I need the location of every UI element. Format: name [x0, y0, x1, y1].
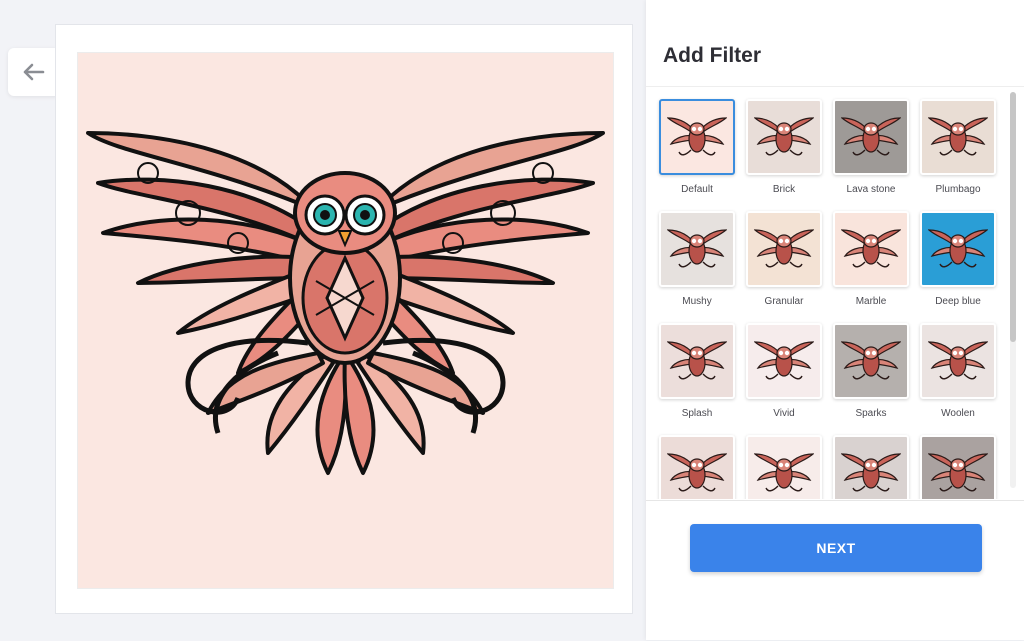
- owl-thumbnail-icon: [754, 341, 814, 380]
- owl-thumbnail-icon: [841, 341, 901, 380]
- owl-thumbnail-icon: [754, 453, 814, 492]
- owl-thumbnail-icon: [667, 117, 727, 156]
- filter-label: Deep blue: [935, 296, 981, 307]
- filter-thumbnail: [659, 323, 735, 399]
- owl-thumbnail-icon: [928, 453, 988, 492]
- filter-item-12[interactable]: [657, 435, 737, 499]
- filter-label: Marble: [855, 296, 887, 307]
- owl-thumbnail-icon: [841, 229, 901, 268]
- owl-thumbnail-icon: [841, 453, 901, 492]
- filter-thumbnail: [920, 435, 996, 499]
- filter-label: Splash: [681, 408, 713, 419]
- owl-thumbnail-icon: [754, 117, 814, 156]
- filter-thumbnail: [833, 323, 909, 399]
- owl-mandala-icon: [86, 131, 605, 475]
- back-button[interactable]: [8, 48, 58, 96]
- filter-panel: Add Filter Default Brick Lava stone Plum…: [646, 0, 1024, 640]
- filter-list[interactable]: Default Brick Lava stone Plumbago Mushy …: [646, 86, 1024, 499]
- filter-item-8[interactable]: Splash: [657, 323, 737, 427]
- filter-label: Plumbago: [935, 184, 981, 195]
- filter-label: Default: [681, 184, 713, 195]
- filter-item-13[interactable]: [744, 435, 824, 499]
- filter-thumbnail: [746, 323, 822, 399]
- filter-item-11[interactable]: Woolen: [918, 323, 998, 427]
- filter-item-2[interactable]: Lava stone: [831, 99, 911, 203]
- filter-thumbnail: [833, 435, 909, 499]
- filter-item-6[interactable]: Marble: [831, 211, 911, 315]
- owl-thumbnail-icon: [754, 229, 814, 268]
- filter-label: Vivid: [773, 408, 795, 419]
- filter-item-7[interactable]: Deep blue: [918, 211, 998, 315]
- filter-thumbnail: [920, 211, 996, 287]
- owl-thumbnail-icon: [667, 453, 727, 492]
- filter-label: Woolen: [941, 408, 975, 419]
- arrow-left-icon: [23, 63, 45, 81]
- filter-item-4[interactable]: Mushy: [657, 211, 737, 315]
- owl-thumbnail-icon: [667, 229, 727, 268]
- filter-item-14[interactable]: [831, 435, 911, 499]
- filter-thumbnail: [746, 211, 822, 287]
- owl-thumbnail-icon: [928, 117, 988, 156]
- filter-grid: Default Brick Lava stone Plumbago Mushy …: [657, 99, 1003, 499]
- panel-title: Add Filter: [663, 44, 761, 67]
- filter-thumbnail: [920, 323, 996, 399]
- owl-thumbnail-icon: [928, 341, 988, 380]
- filter-item-0[interactable]: Default: [657, 99, 737, 203]
- owl-thumbnail-icon: [667, 341, 727, 380]
- filter-item-3[interactable]: Plumbago: [918, 99, 998, 203]
- scrollbar-thumb[interactable]: [1010, 92, 1016, 342]
- next-button[interactable]: NEXT: [690, 524, 982, 572]
- filter-item-5[interactable]: Granular: [744, 211, 824, 315]
- filter-label: Mushy: [682, 296, 712, 307]
- filter-thumbnail: [746, 99, 822, 175]
- filter-item-9[interactable]: Vivid: [744, 323, 824, 427]
- owl-thumbnail-icon: [841, 117, 901, 156]
- filter-label: Lava stone: [846, 184, 896, 195]
- filter-label: Granular: [764, 296, 804, 307]
- filter-thumbnail: [659, 435, 735, 499]
- artwork-canvas[interactable]: [77, 52, 614, 589]
- filter-thumbnail: [746, 435, 822, 499]
- filter-item-10[interactable]: Sparks: [831, 323, 911, 427]
- filter-label: Brick: [772, 184, 796, 195]
- filter-thumbnail: [833, 211, 909, 287]
- filter-thumbnail: [659, 99, 735, 175]
- canvas-card: [55, 24, 633, 614]
- filter-item-1[interactable]: Brick: [744, 99, 824, 203]
- filter-item-15[interactable]: [918, 435, 998, 499]
- filter-thumbnail: [833, 99, 909, 175]
- filter-label: Sparks: [855, 408, 887, 419]
- filter-thumbnail: [659, 211, 735, 287]
- owl-thumbnail-icon: [928, 229, 988, 268]
- filter-thumbnail: [920, 99, 996, 175]
- filter-scrollbar[interactable]: [1010, 92, 1016, 488]
- bottom-action-bar: NEXT: [646, 500, 1024, 641]
